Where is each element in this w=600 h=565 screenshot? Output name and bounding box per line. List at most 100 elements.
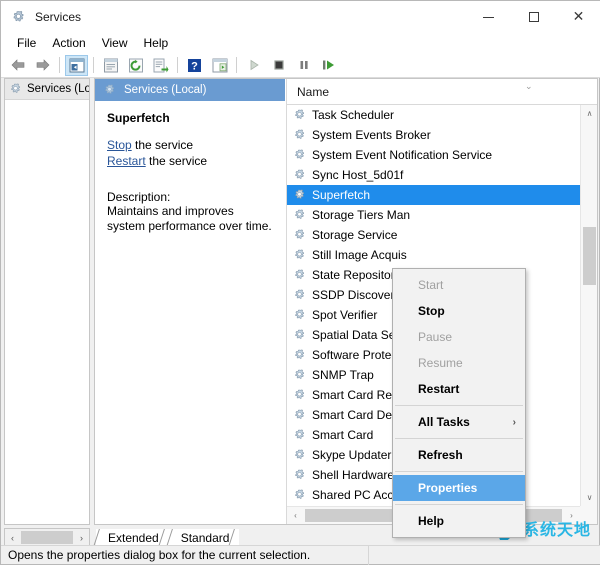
services-gear-icon <box>293 248 307 262</box>
services-gear-icon <box>293 208 307 222</box>
services-gear-icon <box>293 428 307 442</box>
services-gear-icon <box>293 408 307 422</box>
description-text: Maintains and improves system performanc… <box>107 204 272 233</box>
selected-service-name: Superfetch <box>107 111 170 125</box>
scroll-left-icon[interactable]: ‹ <box>287 507 304 524</box>
context-menu-item-label: Pause <box>418 330 453 344</box>
back-icon[interactable] <box>6 55 29 76</box>
refresh-icon[interactable] <box>124 55 147 76</box>
close-button[interactable]: ✕ <box>556 1 600 33</box>
services-gear-icon <box>293 468 307 482</box>
list-item-label: Task Scheduler <box>312 108 395 122</box>
context-menu-separator <box>395 438 523 439</box>
maximize-button[interactable] <box>511 1 556 33</box>
menu-action[interactable]: Action <box>44 34 93 52</box>
services-gear-icon <box>293 368 307 382</box>
tab-extended-label: Extended <box>108 531 159 545</box>
close-icon: ✕ <box>572 9 585 25</box>
context-menu-item-start: Start <box>393 272 525 298</box>
menu-file[interactable]: File <box>9 34 44 52</box>
start-service-icon[interactable] <box>242 55 265 76</box>
console-tree-pane: Services (Loca <box>4 78 90 525</box>
list-item-label: System Event Notification Service <box>312 148 493 162</box>
vertical-scrollbar[interactable]: ∧ ∨ <box>580 105 597 506</box>
list-item[interactable]: System Events Broker <box>287 125 580 145</box>
context-menu-item-label: Help <box>418 514 445 528</box>
list-item-label: Still Image Acquis <box>312 248 407 262</box>
list-column-header[interactable]: Name ⌄ <box>287 79 597 105</box>
tree-node-services-local[interactable]: Services (Loca <box>5 79 89 100</box>
services-gear-icon <box>293 348 307 362</box>
tab-standard-label: Standard <box>180 531 230 545</box>
tree-scroll-thumb[interactable] <box>21 531 73 544</box>
status-bar-text: Opens the properties dialog box for the … <box>8 548 311 562</box>
context-menu-separator <box>395 504 523 505</box>
chevron-down-icon: ⌄ <box>525 81 533 91</box>
scroll-right-icon[interactable]: › <box>74 533 89 543</box>
list-item[interactable]: Storage Service <box>287 225 580 245</box>
context-menu-item-all-tasks[interactable]: All Tasks › <box>393 409 525 435</box>
list-item-label: Spot Verifier <box>312 308 378 322</box>
restart-service-icon[interactable] <box>317 55 340 76</box>
list-item-label: System Events Broker <box>312 128 431 142</box>
help-icon[interactable]: ? <box>183 55 206 76</box>
list-item-label: Storage Service <box>312 228 398 242</box>
minimize-button[interactable] <box>466 1 511 33</box>
list-item[interactable]: Storage Tiers Man <box>287 205 580 225</box>
list-item[interactable]: System Event Notification Service <box>287 145 580 165</box>
context-menu-item-stop[interactable]: Stop <box>393 298 525 324</box>
list-item[interactable]: Still Image Acquis <box>287 245 580 265</box>
context-menu-separator <box>395 471 523 472</box>
show-hide-tree-icon[interactable] <box>65 54 88 76</box>
scroll-left-icon[interactable]: ‹ <box>5 533 20 543</box>
context-menu-item-refresh[interactable]: Refresh <box>393 442 525 468</box>
properties-icon[interactable] <box>99 55 122 76</box>
context-menu-item-label: Restart <box>418 382 460 396</box>
tree-node-label: Services (Loca <box>27 83 89 95</box>
vertical-scroll-thumb[interactable] <box>583 227 596 285</box>
forward-icon[interactable] <box>31 55 54 76</box>
list-item[interactable]: Superfetch <box>287 185 580 205</box>
svg-text:?: ? <box>191 60 198 72</box>
scroll-down-icon[interactable]: ∨ <box>581 489 598 506</box>
menu-help[interactable]: Help <box>136 34 177 52</box>
list-item-label: Storage Tiers Man <box>312 208 411 222</box>
list-item-label: Smart Card <box>312 428 374 442</box>
menu-bar: File Action View Help <box>1 33 600 53</box>
context-menu-item-label: Resume <box>418 356 463 370</box>
services-gear-icon <box>293 128 307 142</box>
context-menu-item-properties[interactable]: Properties <box>393 475 525 501</box>
list-item[interactable]: Sync Host_5d01f <box>287 165 580 185</box>
pause-service-icon[interactable] <box>292 55 315 76</box>
context-menu-separator <box>395 405 523 406</box>
window-title: Services <box>35 10 82 24</box>
pane-header-title: Services (Local) <box>124 84 207 96</box>
context-menu-item-help[interactable]: Help <box>393 508 525 534</box>
menu-view[interactable]: View <box>94 34 136 52</box>
context-menu-item-label: Properties <box>418 481 478 495</box>
services-gear-icon <box>293 488 307 502</box>
status-bar-divider <box>368 545 369 565</box>
show-hide-action-pane-icon[interactable] <box>208 55 231 76</box>
watermark-text: 系统天地 <box>522 519 591 539</box>
service-details-panel: Superfetch Stop the service Restart the … <box>95 101 285 524</box>
description-label: Description: <box>107 190 171 204</box>
context-menu-item-resume: Resume <box>393 350 525 376</box>
stop-service-row: Stop the service <box>107 138 275 152</box>
list-item-label: SNMP Trap <box>312 368 374 382</box>
services-gear-icon <box>293 268 307 282</box>
stop-service-icon[interactable] <box>267 55 290 76</box>
stop-service-link[interactable]: Stop <box>107 138 132 152</box>
restart-service-link[interactable]: Restart <box>107 154 146 168</box>
toolbar-separator <box>236 57 237 73</box>
toolbar: ? <box>1 53 600 78</box>
list-item-label: SSDP Discovery <box>312 288 401 302</box>
chevron-right-icon: › <box>512 416 516 428</box>
window-controls: ✕ <box>466 1 600 33</box>
context-menu-item-restart[interactable]: Restart <box>393 376 525 402</box>
restart-service-row: Restart the service <box>107 154 275 168</box>
context-menu-item-label: Start <box>418 278 444 292</box>
scroll-up-icon[interactable]: ∧ <box>581 105 598 122</box>
list-item[interactable]: Task Scheduler <box>287 105 580 125</box>
export-list-icon[interactable] <box>149 55 172 76</box>
